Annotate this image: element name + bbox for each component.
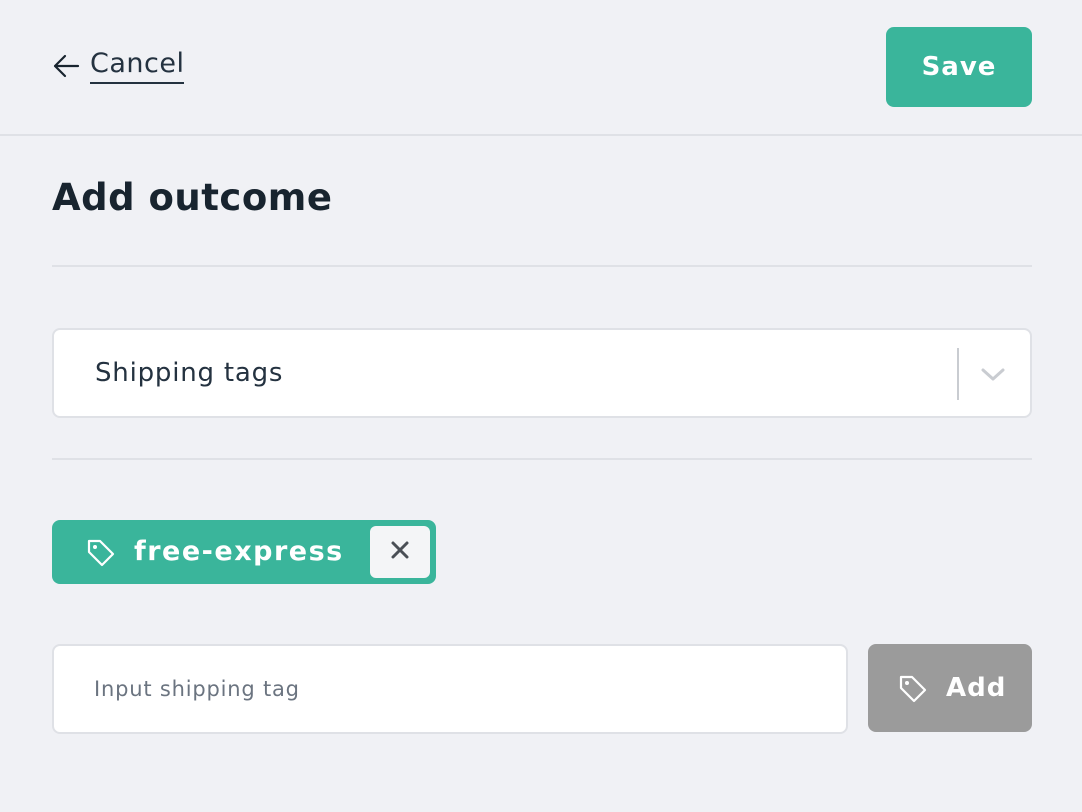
tag-icon: [898, 674, 928, 708]
arrow-left-icon: [52, 52, 80, 80]
divider: [52, 265, 1032, 267]
tag-chip: free-express: [52, 520, 436, 584]
outcome-type-select[interactable]: Shipping tags: [52, 328, 1032, 418]
save-button[interactable]: Save: [886, 27, 1032, 107]
add-button-label: Add: [946, 673, 1007, 703]
top-bar: Cancel Save: [0, 0, 1082, 136]
outcome-type-value: Shipping tags: [95, 358, 284, 388]
tag-icon: [86, 538, 116, 572]
divider: [52, 458, 1032, 460]
remove-tag-button[interactable]: [370, 526, 430, 578]
select-separator: [957, 348, 959, 400]
cancel-link[interactable]: Cancel: [52, 48, 185, 84]
add-tag-button[interactable]: Add: [868, 644, 1032, 732]
tag-chip-label: free-express: [134, 536, 344, 567]
close-icon: [390, 540, 410, 564]
cancel-label: Cancel: [90, 48, 185, 84]
shipping-tag-input[interactable]: [52, 644, 848, 734]
chevron-down-icon[interactable]: [980, 362, 1006, 390]
page-title: Add outcome: [52, 176, 333, 219]
